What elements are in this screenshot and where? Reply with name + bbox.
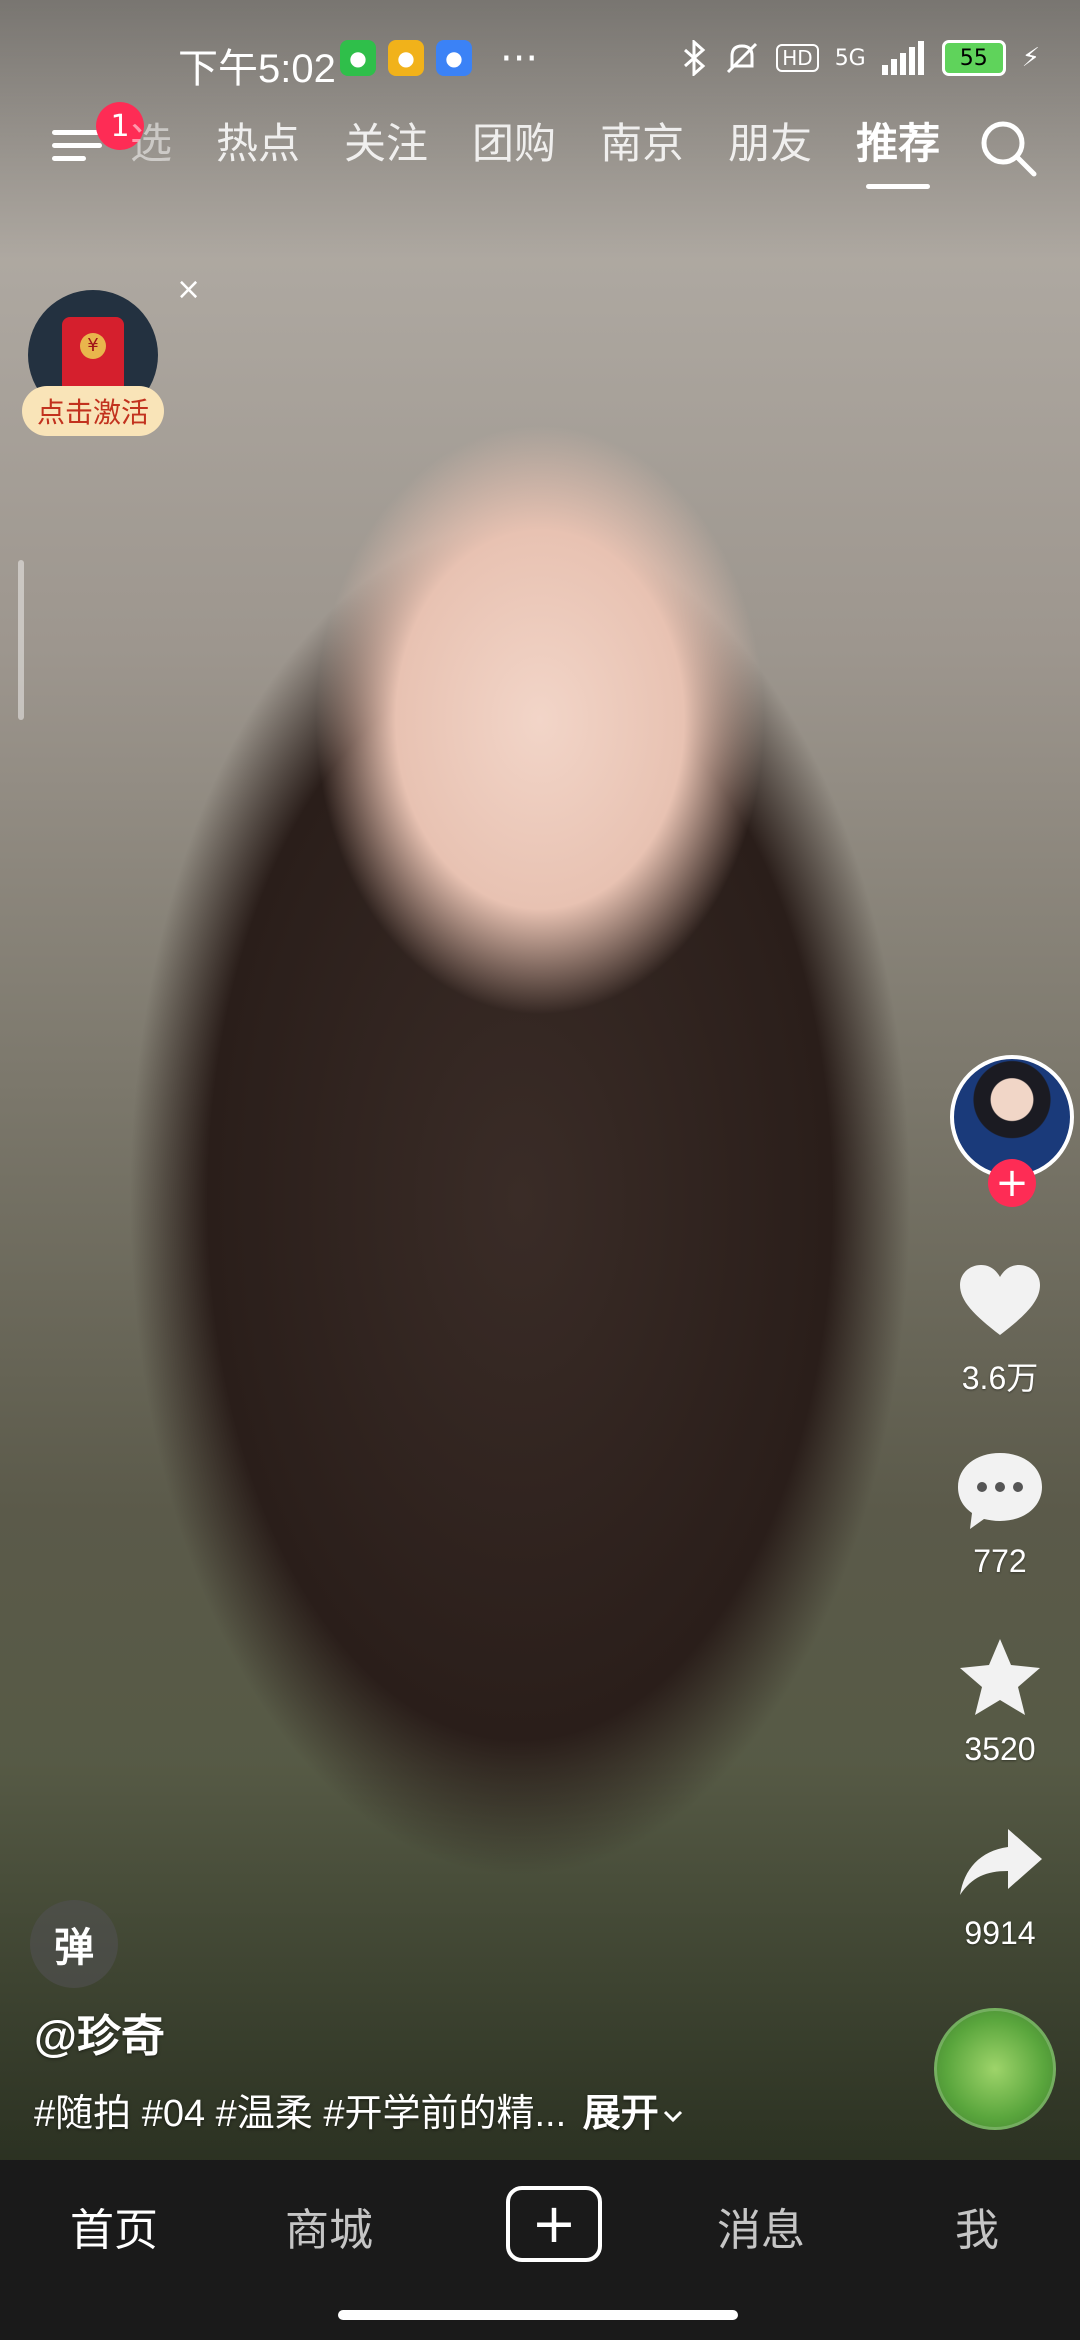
menu-button[interactable] [52,122,102,172]
mute-bell-icon [727,42,758,74]
tab-me[interactable]: 我 [955,2194,999,2258]
bluetooth-icon [684,40,706,76]
charging-icon: ⚡ [1021,43,1040,73]
tab-messages[interactable]: 消息 [717,2194,805,2258]
app-notification-icon: ● [340,40,376,76]
tab-mall[interactable]: 商城 [285,2194,373,2258]
more-notifications-icon: ··· [500,36,539,82]
favorite-count: 3520 [964,1731,1036,1767]
comment-icon [958,1453,1042,1529]
like-count: 3.6万 [961,1360,1039,1396]
create-button[interactable]: + [506,2186,602,2262]
chevron-down-icon [663,2110,682,2123]
top-navigation: 1 选 热点 关注 团购 南京 朋友 推荐 [0,102,1080,190]
bottom-tab-bar: 首页 商城 + 消息 我 [0,2160,1080,2340]
status-right: HD 5G 55 ⚡ [682,40,1040,76]
hd-indicator: HD [776,44,819,72]
tab-local-city[interactable]: 南京 [600,110,684,189]
music-disc[interactable] [934,2008,1056,2130]
comment-count: 772 [973,1543,1027,1579]
tab-friends[interactable]: 朋友 [728,110,812,189]
star-icon [960,1639,1040,1715]
favorite-button[interactable]: 3520 [920,1633,1080,1768]
notification-icons: ● ● ● [340,40,472,76]
menu-icon [52,130,102,135]
tab-hot[interactable]: 热点 [216,110,300,189]
description-text: #随拍 #04 #温柔 #开学前的精... [34,2093,567,2135]
danmu-toggle-button[interactable]: 弹 [30,1900,118,1988]
status-bar: 下午5:02 ● ● ● ··· HD 5G 55 ⚡ [0,30,1080,91]
heart-icon [960,1265,1040,1335]
tab-jingxuan[interactable]: 选 [130,110,172,189]
author-name[interactable]: @珍奇 [34,2000,165,2064]
app-notification-icon: ● [436,40,472,76]
close-icon[interactable]: × [176,272,201,307]
like-button[interactable]: 3.6万 [920,1255,1080,1399]
network-type: 5G [834,45,866,71]
status-time: 下午5:02 [178,47,336,91]
share-icon [960,1829,1042,1895]
tab-recommended[interactable]: 推荐 [856,110,940,189]
screen: 下午5:02 ● ● ● ··· HD 5G 55 ⚡ 1 选 热点 关注 团购… [0,0,1080,2340]
video-description[interactable]: #随拍 #04 #温柔 #开学前的精... 展开 [34,2082,687,2137]
expand-button[interactable]: 展开 [583,2093,687,2135]
app-notification-icon: ● [388,40,424,76]
red-packet-promo[interactable]: ¥ × 点击激活 [22,272,201,440]
home-indicator[interactable] [338,2310,738,2320]
search-icon[interactable] [976,116,1040,180]
tab-home[interactable]: 首页 [70,2194,158,2258]
signal-icon [881,41,924,75]
activate-label[interactable]: 点击激活 [22,386,164,436]
tab-following[interactable]: 关注 [344,110,428,189]
tab-group-buy[interactable]: 团购 [472,110,556,189]
comment-button[interactable]: 772 [920,1445,1080,1580]
battery-indicator: 55 [941,40,1006,76]
scroll-indicator [18,560,24,720]
share-button[interactable]: 9914 [920,1817,1080,1952]
share-count: 9914 [964,1915,1036,1951]
follow-button[interactable]: + [988,1159,1036,1207]
feed-tabs: 选 热点 关注 团购 南京 朋友 推荐 [130,110,940,189]
